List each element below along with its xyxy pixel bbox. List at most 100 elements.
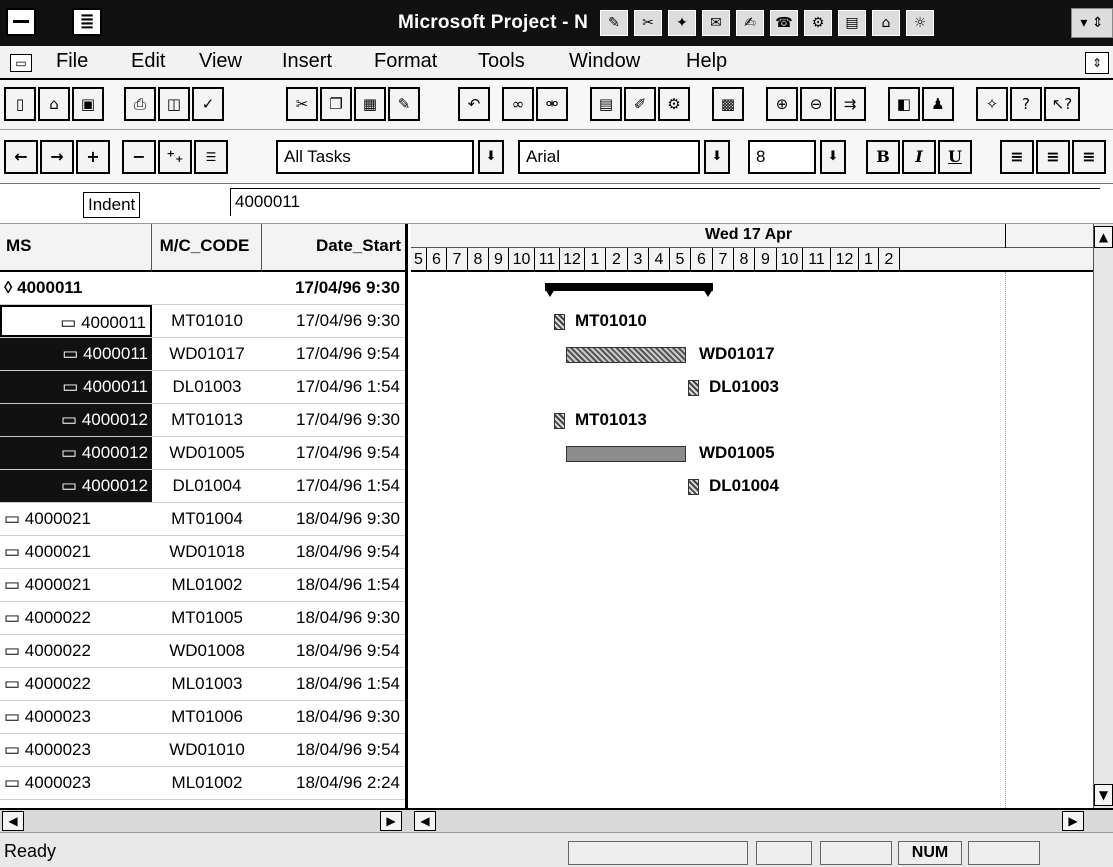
- gantt-bar[interactable]: [566, 446, 686, 462]
- app-icon-8[interactable]: ▤: [838, 10, 866, 36]
- open-icon[interactable]: ⌂: [38, 87, 70, 121]
- mc-code-cell[interactable]: DL01004: [152, 470, 262, 502]
- mc-code-cell[interactable]: MT01004: [152, 503, 262, 535]
- menu-file[interactable]: File: [56, 50, 88, 73]
- table-row[interactable]: ▭ 4000022 WD01008 18/04/96 9:54: [0, 635, 405, 668]
- outline-symbols-icon[interactable]: ☰: [194, 140, 228, 174]
- cut-icon[interactable]: ✂: [286, 87, 318, 121]
- gantt-wizard-icon[interactable]: ⚙: [658, 87, 690, 121]
- ms-cell[interactable]: ▭ 4000022: [0, 635, 152, 667]
- app-icon-1[interactable]: ✎: [600, 10, 628, 36]
- gantt-bar[interactable]: [688, 380, 699, 396]
- font-select[interactable]: Arial: [518, 140, 700, 174]
- table-row[interactable]: ▭ 4000021 MT01004 18/04/96 9:30: [0, 503, 405, 536]
- ms-cell[interactable]: ▭ 4000023: [0, 701, 152, 733]
- help-icon[interactable]: ?: [1010, 87, 1042, 121]
- date-start-cell[interactable]: 18/04/96 9:30: [262, 602, 404, 634]
- ms-cell[interactable]: ◊ 4000011: [0, 272, 152, 304]
- spelling-icon[interactable]: ✓: [192, 87, 224, 121]
- entry-field[interactable]: 4000011: [230, 188, 1100, 216]
- mc-code-cell[interactable]: ML01002: [152, 569, 262, 601]
- table-row[interactable]: ▭ 4000011 DL01003 17/04/96 1:54: [0, 371, 405, 404]
- date-start-cell[interactable]: 18/04/96 9:54: [262, 635, 404, 667]
- filter-select[interactable]: All Tasks: [276, 140, 474, 174]
- print-icon[interactable]: ⎙: [124, 87, 156, 121]
- table-row[interactable]: ▭ 4000021 WD01018 18/04/96 9:54: [0, 536, 405, 569]
- ms-cell[interactable]: ▭ 4000011: [0, 305, 152, 337]
- date-start-cell[interactable]: 17/04/96 1:54: [262, 371, 404, 403]
- align-center-icon[interactable]: ≡: [1036, 140, 1070, 174]
- app-icon-6[interactable]: ☎: [770, 10, 798, 36]
- task-info-icon[interactable]: ▤: [590, 87, 622, 121]
- ms-cell[interactable]: ▭ 4000012: [0, 470, 152, 502]
- table-row[interactable]: ▭ 4000012 MT01013 17/04/96 9:30: [0, 404, 405, 437]
- gantt-bar[interactable]: [554, 413, 565, 429]
- mc-code-cell[interactable]: [152, 272, 262, 304]
- scroll-up-icon[interactable]: ▲: [1094, 226, 1113, 248]
- date-start-cell[interactable]: 17/04/96 9:54: [262, 338, 404, 370]
- date-start-cell[interactable]: 18/04/96 1:54: [262, 668, 404, 700]
- save-icon[interactable]: ▣: [72, 87, 104, 121]
- ms-cell[interactable]: ▭ 4000021: [0, 536, 152, 568]
- hide-subtasks-icon[interactable]: −: [122, 140, 156, 174]
- unlink-icon[interactable]: ⚮: [536, 87, 568, 121]
- table-row[interactable]: ▭ 4000023 ML01002 18/04/96 2:24: [0, 767, 405, 800]
- ms-cell[interactable]: ▭ 4000012: [0, 437, 152, 469]
- mc-code-cell[interactable]: MT01006: [152, 701, 262, 733]
- table-row[interactable]: ◊ 4000011 17/04/96 9:30: [0, 272, 405, 305]
- date-start-cell[interactable]: 18/04/96 1:54: [262, 569, 404, 601]
- new-icon[interactable]: ▯: [4, 87, 36, 121]
- app-icon-2[interactable]: ✂: [634, 10, 662, 36]
- gantt-bar[interactable]: [688, 479, 699, 495]
- table-scroll-left-icon[interactable]: ◀: [2, 811, 24, 831]
- paste-icon[interactable]: ▦: [354, 87, 386, 121]
- app-icon-4[interactable]: ✉: [702, 10, 730, 36]
- date-start-cell[interactable]: 18/04/96 9:30: [262, 503, 404, 535]
- tip-wizard-icon[interactable]: ✧: [976, 87, 1008, 121]
- zoom-out-icon[interactable]: ⊖: [800, 87, 832, 121]
- bold-button[interactable]: B: [866, 140, 900, 174]
- context-help-icon[interactable]: ↖?: [1044, 87, 1080, 121]
- mc-code-cell[interactable]: DL01003: [152, 371, 262, 403]
- format-painter-icon[interactable]: ✎: [388, 87, 420, 121]
- italic-button[interactable]: I: [902, 140, 936, 174]
- link-icon[interactable]: ∞: [502, 87, 534, 121]
- menu-help[interactable]: Help: [686, 50, 727, 73]
- column-header-ms[interactable]: MS: [0, 224, 152, 272]
- ms-cell[interactable]: ▭ 4000011: [0, 371, 152, 403]
- doc-control-icon[interactable]: ▭: [10, 54, 32, 72]
- column-header-date-start[interactable]: Date_Start: [262, 224, 405, 272]
- ms-cell[interactable]: ▭ 4000021: [0, 569, 152, 601]
- restore-arrows-icon[interactable]: ⇕: [1085, 52, 1109, 74]
- system-menu-button[interactable]: [6, 8, 36, 36]
- date-start-cell[interactable]: 17/04/96 9:30: [262, 272, 404, 304]
- date-start-cell[interactable]: 17/04/96 9:30: [262, 305, 404, 337]
- table-row[interactable]: ▭ 4000022 MT01005 18/04/96 9:30: [0, 602, 405, 635]
- menu-insert[interactable]: Insert: [282, 50, 332, 73]
- table-row[interactable]: ▭ 4000023 MT01006 18/04/96 9:30: [0, 701, 405, 734]
- align-left-icon[interactable]: ≡: [1000, 140, 1034, 174]
- date-start-cell[interactable]: 18/04/96 9:30: [262, 701, 404, 733]
- outdent-icon[interactable]: ←: [4, 140, 38, 174]
- show-all-subtasks-icon[interactable]: ⁺₊: [158, 140, 192, 174]
- table-row[interactable]: ▭ 4000012 WD01005 17/04/96 9:54: [0, 437, 405, 470]
- menu-edit[interactable]: Edit: [131, 50, 165, 73]
- ms-cell[interactable]: ▭ 4000022: [0, 602, 152, 634]
- mc-code-cell[interactable]: WD01005: [152, 437, 262, 469]
- ms-cell[interactable]: ▭ 4000012: [0, 404, 152, 436]
- menu-format[interactable]: Format: [374, 50, 437, 73]
- mc-code-cell[interactable]: MT01010: [152, 305, 262, 337]
- menu-tools[interactable]: Tools: [478, 50, 525, 73]
- ms-cell[interactable]: ▭ 4000022: [0, 668, 152, 700]
- table-row[interactable]: ▭ 4000011 WD01017 17/04/96 9:54: [0, 338, 405, 371]
- app-icon-10[interactable]: ☼: [906, 10, 934, 36]
- font-dropdown-arrow-icon[interactable]: ⬇: [704, 140, 730, 174]
- date-start-cell[interactable]: 17/04/96 9:30: [262, 404, 404, 436]
- goto-selected-icon[interactable]: ⇉: [834, 87, 866, 121]
- undo-icon[interactable]: ↶: [458, 87, 490, 121]
- scroll-down-icon[interactable]: ▼: [1094, 784, 1113, 806]
- gantt-scroll-left-icon[interactable]: ◀: [414, 811, 436, 831]
- ms-cell[interactable]: ▭ 4000023: [0, 767, 152, 799]
- resource-icon[interactable]: ♟: [922, 87, 954, 121]
- menu-window[interactable]: Window: [569, 50, 640, 73]
